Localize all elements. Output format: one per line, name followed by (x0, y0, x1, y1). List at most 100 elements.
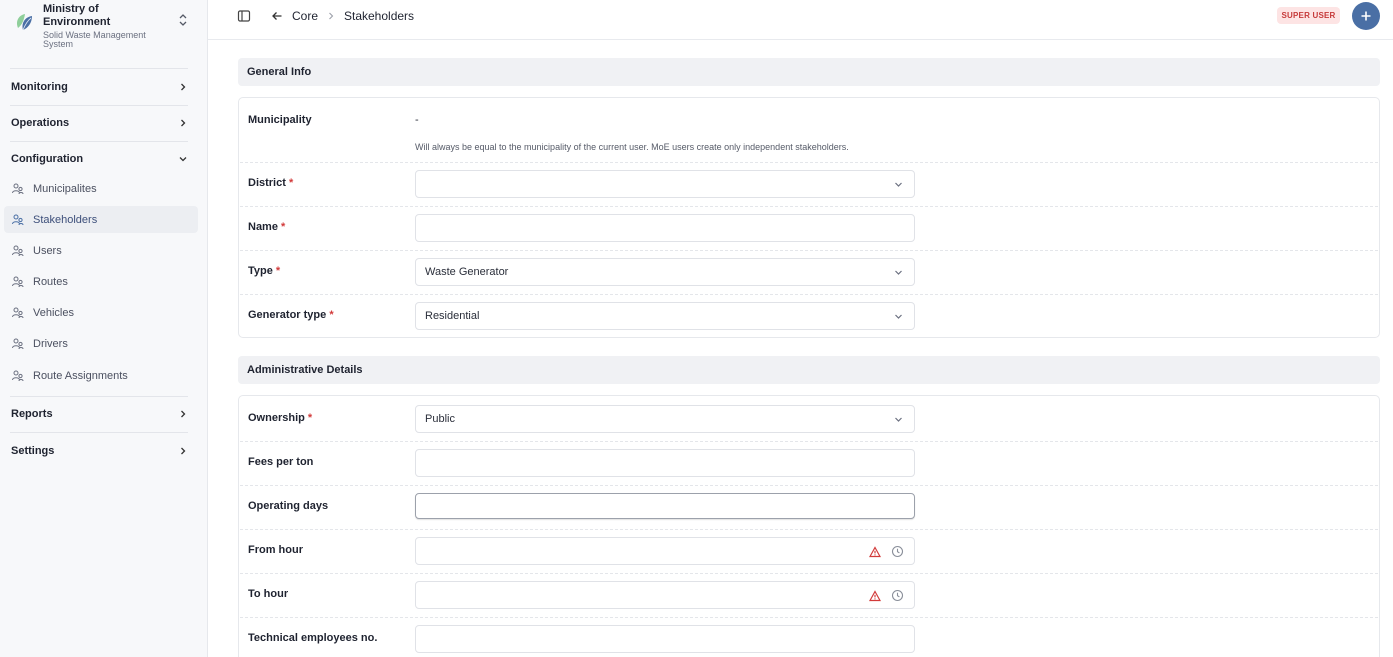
chevron-right-icon (329, 12, 334, 20)
fees-per-ton-input[interactable] (415, 449, 915, 477)
top-bar: Core Stakeholders SUPER USER (208, 0, 1393, 40)
row-separator (240, 573, 1378, 574)
nav-divider (10, 141, 188, 142)
sidebar-item-label: Users (33, 244, 62, 257)
users-group-icon (12, 214, 24, 226)
brand-text: Ministry of Environment Solid Waste Mana… (43, 3, 163, 49)
nav-group-reports[interactable]: Reports (11, 405, 188, 423)
required-mark: * (281, 221, 286, 233)
brand-switcher[interactable]: Ministry of Environment Solid Waste Mana… (10, 2, 198, 49)
clock-icon[interactable] (891, 545, 904, 558)
to-hour-label: To hour (248, 588, 289, 600)
row-separator (240, 529, 1378, 530)
arrow-left-icon[interactable] (270, 9, 284, 23)
section-general-info: General Info (238, 58, 1380, 86)
sidebar: Ministry of Environment Solid Waste Mana… (0, 0, 208, 657)
add-button[interactable] (1352, 2, 1380, 30)
users-group-icon (12, 307, 24, 319)
to-hour-input[interactable] (415, 581, 915, 609)
administrative-details-panel: Ownership * Public Fees per ton Operatin… (238, 395, 1380, 657)
generator-type-label: Generator type * (248, 309, 334, 321)
chevron-right-icon (181, 119, 186, 127)
role-badge: SUPER USER (1277, 7, 1340, 24)
row-separator (240, 206, 1378, 207)
nav-group-operations[interactable]: Operations (11, 114, 188, 132)
leaf-logo-icon (16, 14, 32, 31)
chevron-down-icon (895, 314, 902, 319)
district-label-text: District (248, 177, 286, 189)
from-hour-input[interactable] (415, 537, 915, 565)
ownership-label: Ownership * (248, 412, 312, 424)
technical-employees-input[interactable] (415, 625, 915, 653)
district-select[interactable] (415, 170, 915, 198)
required-mark: * (275, 265, 281, 277)
sidebar-item-label: Stakeholders (33, 213, 98, 226)
chevron-down-icon (895, 270, 902, 275)
generator-type-value: Residential (425, 310, 480, 322)
row-separator (240, 250, 1378, 251)
ownership-value: Public (425, 413, 455, 425)
users-group-icon (12, 338, 24, 350)
sidebar-item-routes[interactable]: Routes (4, 268, 198, 295)
sidebar-item-label: Drivers (33, 337, 68, 350)
name-input[interactable] (415, 214, 915, 242)
nav-divider (10, 68, 188, 69)
ownership-label-text: Ownership (248, 412, 305, 424)
chevron-up-down-icon[interactable] (178, 12, 188, 28)
generator-type-label-text: Generator type (248, 309, 327, 321)
sidebar-item-vehicles[interactable]: Vehicles (4, 299, 198, 326)
sidebar-item-stakeholders[interactable]: Stakeholders (4, 206, 198, 233)
row-separator (240, 617, 1378, 618)
sidebar-item-municipalites[interactable]: Municipalites (4, 175, 198, 202)
plus-icon (1361, 11, 1371, 21)
row-separator (240, 294, 1378, 295)
required-mark: * (288, 177, 294, 189)
nav-divider (10, 105, 188, 106)
chevron-down-icon (895, 417, 902, 422)
technical-employees-label: Technical employees no. (248, 632, 378, 644)
ownership-select[interactable]: Public (415, 405, 915, 433)
from-hour-label: From hour (248, 544, 303, 556)
chevron-right-icon (181, 83, 186, 91)
operating-days-input[interactable] (415, 493, 915, 519)
sidebar-item-users[interactable]: Users (4, 237, 198, 264)
type-label: Type * (248, 265, 280, 277)
users-group-icon (12, 183, 24, 195)
chevron-down-icon (179, 157, 187, 162)
nav-group-monitoring[interactable]: Monitoring (11, 78, 188, 96)
generator-type-select[interactable]: Residential (415, 302, 915, 330)
name-label: Name * (248, 221, 285, 233)
nav-group-label: Settings (11, 445, 55, 457)
nav-group-configuration[interactable]: Configuration (11, 150, 188, 168)
nav-group-settings[interactable]: Settings (11, 442, 188, 460)
sidebar-item-label: Vehicles (33, 306, 74, 319)
sidebar-panel-icon[interactable] (237, 9, 251, 23)
operating-days-label: Operating days (248, 500, 329, 512)
sidebar-item-label: Municipalites (33, 182, 97, 195)
row-separator (240, 485, 1378, 486)
nav-divider (10, 396, 188, 397)
nav-group-label: Operations (11, 117, 70, 129)
users-group-icon (12, 370, 24, 382)
brand-title: Ministry of Environment (43, 3, 111, 28)
general-info-panel: Municipality - Will always be equal to t… (238, 97, 1380, 338)
fees-per-ton-label: Fees per ton (248, 456, 314, 468)
clock-icon[interactable] (891, 589, 904, 602)
warning-triangle-icon (869, 590, 881, 602)
sidebar-item-drivers[interactable]: Drivers (4, 330, 198, 357)
type-select[interactable]: Waste Generator (415, 258, 915, 286)
name-label-text: Name (248, 221, 278, 233)
chevron-down-icon (895, 182, 902, 187)
municipality-label: Municipality (248, 114, 312, 126)
sidebar-item-label: Routes (33, 275, 68, 288)
breadcrumb-core[interactable]: Core (292, 9, 318, 23)
type-label-text: Type (248, 265, 273, 277)
chevron-right-icon (181, 410, 186, 418)
municipality-value: - (415, 114, 419, 126)
users-group-icon (12, 245, 24, 257)
breadcrumb-stakeholders: Stakeholders (344, 9, 415, 23)
nav-group-label: Reports (11, 408, 53, 420)
users-group-icon (12, 276, 24, 288)
required-mark: * (307, 412, 313, 424)
sidebar-item-route-assignments[interactable]: Route Assignments (4, 362, 198, 389)
